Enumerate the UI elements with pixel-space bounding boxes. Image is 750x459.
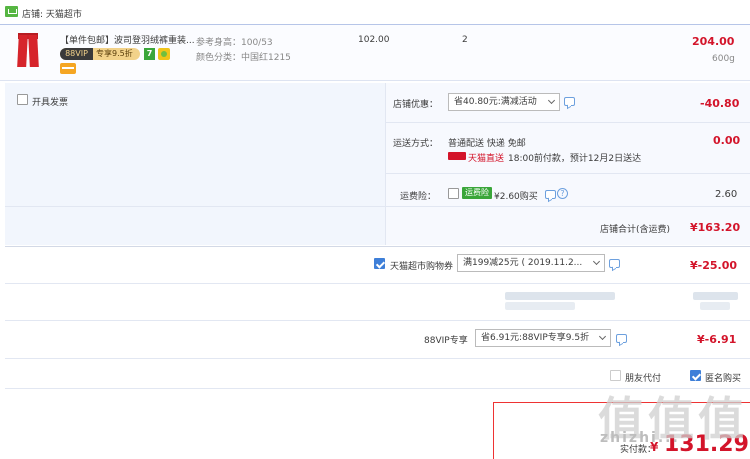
delivery-brand: 天猫直送 (468, 154, 505, 164)
credit-card-icon (60, 63, 76, 74)
vip-88-label: 88VIP (60, 48, 93, 60)
invoice-label: 开具发票 (32, 98, 69, 108)
shop-discount-select[interactable]: 省40.80元:满减活动 (448, 93, 560, 111)
shop-discount-label: 店铺优惠： (393, 100, 439, 110)
freight-insurance-amount: 2.60 (715, 189, 738, 200)
product-title[interactable]: 【单件包邮】波司登羽绒裤重装... (60, 33, 195, 46)
delivery-fee: 0.00 (713, 134, 741, 147)
shop-discount-amount: -40.80 (700, 97, 740, 110)
spec-color: 颜色分类：中国红1215 (196, 53, 291, 63)
divider (386, 173, 750, 174)
blurred-content (505, 292, 615, 300)
coupon-checkbox[interactable] (374, 258, 385, 269)
freight-insurance-price: ¥2.60购买 (494, 192, 538, 202)
delivery-method: 普通配送 快递 免邮 (448, 139, 526, 149)
seven-day-return-icon: 7 (144, 48, 155, 60)
divider (386, 122, 750, 123)
watermark-url: zhizhi... (600, 430, 680, 446)
shop-icon (5, 6, 18, 17)
shop-total-label: 店铺合计(含运费) (600, 225, 671, 235)
friend-pay-checkbox[interactable] (610, 370, 621, 381)
vip-discount-label: 专享9.5折 (96, 49, 133, 58)
shop-name[interactable]: 店铺: 天猫超市 (22, 7, 82, 20)
service-icon (158, 48, 170, 60)
vip88-amount: ¥-6.91 (697, 333, 737, 346)
freight-insurance-checkbox[interactable] (448, 188, 459, 199)
chat-icon[interactable] (616, 334, 627, 343)
shop-total-amount: ¥163.20 (690, 221, 741, 234)
anonymous-checkbox[interactable] (690, 370, 701, 381)
help-icon[interactable]: ? (557, 188, 568, 199)
blurred-content (505, 302, 575, 310)
quantity: 2 (462, 35, 468, 45)
blurred-content (700, 302, 730, 310)
vip88-select[interactable]: 省6.91元:88VIP专享9.5折 (475, 329, 611, 347)
shop-header: 店铺: 天猫超市 (0, 0, 750, 24)
coupon-select[interactable]: 满199减25元 ( 2019.11.2... (457, 254, 605, 272)
coupon-label: 天猫超市购物券 (390, 262, 454, 272)
freight-insurance-tag: 运费险 (462, 187, 492, 199)
divider (5, 246, 750, 247)
coupon-amount: ¥-25.00 (690, 259, 738, 272)
spec-size: 参考身高：100/53 (196, 38, 273, 48)
tmall-cat-icon (448, 152, 466, 160)
vip88-label: 88VIP专享 (424, 336, 468, 346)
item-weight: 600g (712, 54, 735, 64)
vip-discount-badge: 88VIP 专享9.5折 (60, 48, 140, 60)
delivery-eta: 18:00前付款，预计12月2日送达 (508, 154, 642, 164)
freight-insurance-label: 运费险： (400, 192, 437, 202)
divider (5, 320, 750, 321)
product-image[interactable] (12, 33, 44, 69)
divider (5, 358, 750, 359)
delivery-label: 运送方式： (393, 139, 439, 149)
divider (5, 283, 750, 284)
chat-icon[interactable] (545, 190, 556, 199)
chat-icon[interactable] (609, 259, 620, 268)
chat-icon[interactable] (564, 97, 575, 106)
item-subtotal: 204.00 (692, 35, 735, 48)
unit-price: 102.00 (358, 35, 390, 45)
invoice-checkbox[interactable] (17, 94, 28, 105)
divider (5, 206, 750, 207)
blurred-content (693, 292, 738, 300)
